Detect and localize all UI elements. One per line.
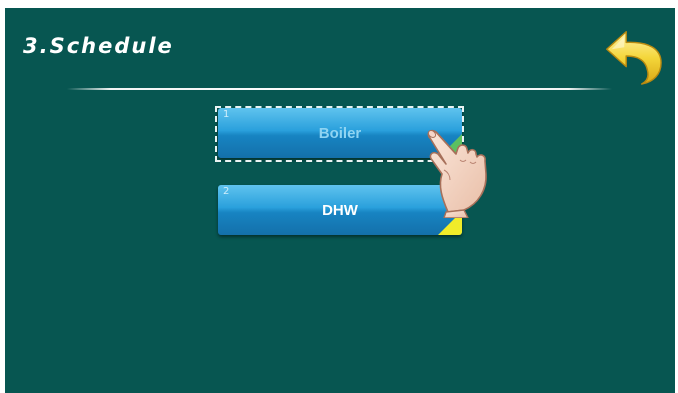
dhw-button[interactable]: 2 DHW (218, 185, 462, 235)
back-button[interactable] (601, 24, 663, 86)
boiler-button-label: Boiler (318, 124, 362, 142)
title-divider (67, 88, 612, 90)
back-arrow-icon (606, 31, 662, 85)
page-title: 3.Schedule (23, 34, 174, 58)
dhw-corner-indicator (438, 211, 462, 235)
boiler-button[interactable]: 1 Boiler (218, 108, 462, 158)
dhw-button-label: DHW (322, 201, 358, 219)
schedule-screen: 3.Schedule 1 Boiler 2 DHW (5, 8, 675, 393)
boiler-corner-indicator (438, 134, 462, 158)
screenshot-frame: 3.Schedule 1 Boiler 2 DHW (0, 0, 678, 393)
